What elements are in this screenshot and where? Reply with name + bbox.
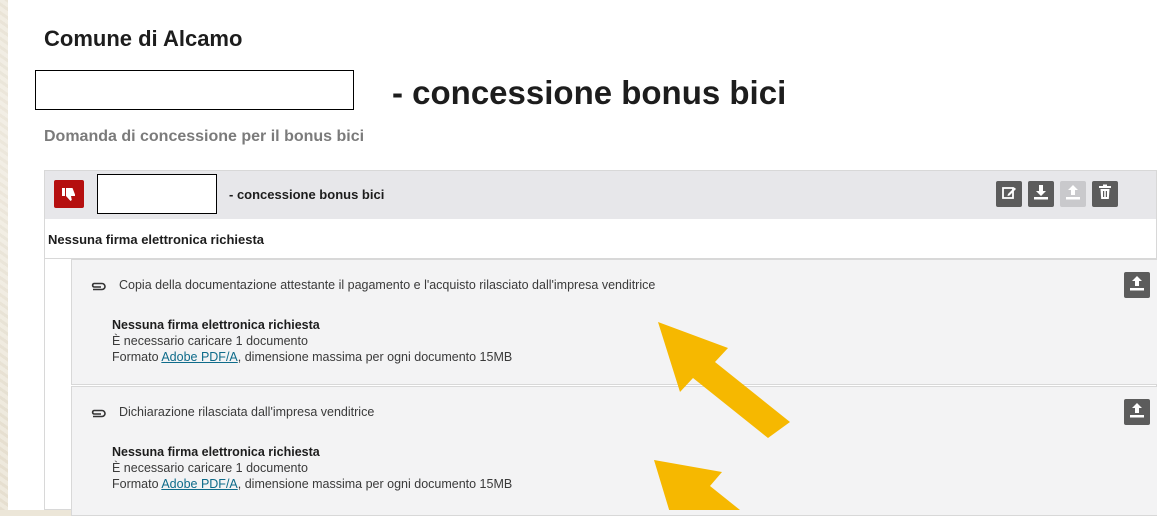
trash-icon — [1097, 184, 1113, 205]
org-name: Comune di Alcamo — [44, 26, 243, 51]
document-signature-note: Nessuna firma elettronica richiesta — [45, 219, 1156, 259]
upload-button[interactable] — [1124, 399, 1150, 425]
edit-button[interactable] — [996, 181, 1022, 207]
requirement-signature: Nessuna firma elettronica richiesta — [112, 445, 320, 459]
requirement-format: Formato Adobe PDF/A, dimensione massima … — [112, 350, 512, 364]
edit-icon — [1001, 184, 1017, 205]
requirement-title: Dichiarazione rilasciata dall'impresa ve… — [119, 405, 375, 419]
requirement-format: Formato Adobe PDF/A, dimensione massima … — [112, 477, 512, 491]
requirement-item: Dichiarazione rilasciata dall'impresa ve… — [71, 386, 1157, 516]
signature-note-text: Nessuna firma elettronica richiesta — [48, 232, 265, 247]
page-title: - concessione bonus bici — [392, 74, 787, 111]
page-subtitle: Domanda di concessione per il bonus bici — [44, 128, 365, 145]
upload-icon — [1129, 275, 1145, 296]
document-panel-header: - concessione bonus bici — [45, 171, 1156, 219]
redacted-document-name — [97, 174, 217, 214]
requirement-title: Copia della documentazione attestante il… — [119, 278, 656, 292]
format-suffix: , dimensione massima per ogni documento … — [237, 477, 513, 491]
requirement-count: È necessario caricare 1 documento — [112, 461, 308, 475]
upload-icon — [1065, 184, 1081, 205]
format-link[interactable]: Adobe PDF/A — [161, 477, 237, 491]
format-suffix: , dimensione massima per ogni documento … — [237, 350, 513, 364]
upload-icon — [1129, 402, 1145, 423]
format-prefix: Formato — [112, 477, 162, 491]
delete-button[interactable] — [1092, 181, 1118, 207]
page: Comune di Alcamo - concessione bonus bic… — [8, 0, 1157, 516]
document-title: - concessione bonus bici — [229, 187, 385, 202]
format-link[interactable]: Adobe PDF/A — [161, 350, 237, 364]
upload-button-disabled — [1060, 181, 1086, 207]
upload-button[interactable] — [1124, 272, 1150, 298]
redacted-name-box — [35, 70, 354, 110]
document-panel: - concessione bonus bici Nessuna firma e… — [44, 170, 1157, 516]
requirement-count: È necessario caricare 1 documento — [112, 334, 308, 348]
format-prefix: Formato — [112, 350, 162, 364]
download-button[interactable] — [1028, 181, 1054, 207]
thumbs-down-icon — [54, 180, 84, 208]
requirement-item: Copia della documentazione attestante il… — [71, 259, 1157, 385]
attachment-icon — [90, 406, 106, 418]
attachment-icon — [90, 279, 106, 291]
requirement-signature: Nessuna firma elettronica richiesta — [112, 318, 320, 332]
download-icon — [1033, 184, 1049, 205]
